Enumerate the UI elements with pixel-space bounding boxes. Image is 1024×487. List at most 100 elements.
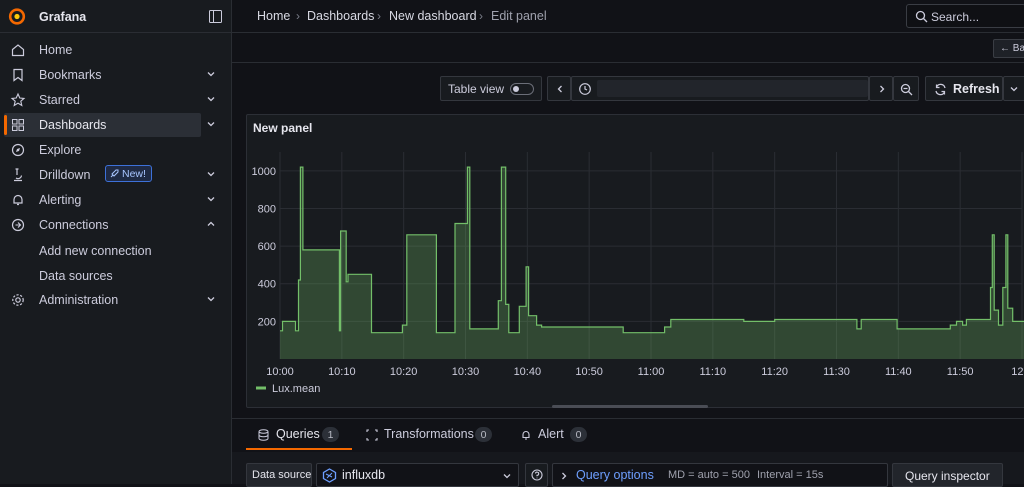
- interval-text: Interval = 15s: [757, 469, 824, 481]
- x-tick-label: 11:50: [947, 366, 974, 378]
- grafana-logo-icon[interactable]: [8, 7, 26, 25]
- time-range-field[interactable]: [597, 80, 868, 97]
- legend-item[interactable]: Lux.mean: [272, 383, 320, 395]
- tab-transformations-count: 0: [475, 427, 492, 442]
- back-to-dashboard-button[interactable]: ← Ba: [993, 39, 1024, 58]
- dock-menu-icon[interactable]: [209, 10, 222, 23]
- sidebar-item-administration[interactable]: Administration: [4, 288, 215, 312]
- chevron-down-icon[interactable]: [205, 193, 217, 205]
- dashboards-icon: [12, 119, 24, 131]
- tab-transformations[interactable]: Transformations: [384, 427, 474, 441]
- sidebar-item-label: Administration: [39, 293, 119, 307]
- sidebar-item-drilldown[interactable]: Drilldown New!: [4, 163, 215, 187]
- gear-icon: [12, 294, 24, 306]
- sidebar-subitem-add-new-connection[interactable]: Add new connection: [39, 244, 152, 258]
- sidebar-item-label: Drilldown: [39, 168, 91, 182]
- tab-alert-count: 0: [570, 427, 587, 442]
- table-view-toggle[interactable]: Table view: [440, 76, 542, 101]
- x-tick-label: 10:20: [390, 366, 418, 378]
- brand-bar: Grafana: [0, 0, 232, 33]
- sidebar-item-label: Bookmarks: [39, 68, 102, 82]
- breadcrumb-dashboards[interactable]: Dashboards: [307, 9, 374, 23]
- sidebar-item-connections[interactable]: Connections: [4, 213, 215, 237]
- horizontal-scrollbar[interactable]: [552, 405, 708, 408]
- search-box[interactable]: Search...: [906, 4, 1024, 28]
- data-source-label: Data source: [252, 469, 312, 481]
- breadcrumb-separator: ›: [479, 9, 483, 23]
- sidebar-item-starred[interactable]: Starred: [4, 88, 215, 112]
- sidebar-subitem-data-sources[interactable]: Data sources: [39, 269, 113, 283]
- sidebar-item-label: Starred: [39, 93, 80, 107]
- refresh-interval-dropdown[interactable]: [1003, 76, 1024, 101]
- breadcrumb-new-dashboard[interactable]: New dashboard: [389, 9, 477, 23]
- query-options-link[interactable]: Query options: [576, 468, 654, 482]
- refresh-label: Refresh: [953, 82, 1000, 96]
- zoom-out-button[interactable]: [893, 76, 919, 101]
- tab-queries-label: Queries: [276, 427, 320, 441]
- y-tick-label: 200: [258, 316, 276, 328]
- sidebar-item-explore[interactable]: Explore: [4, 138, 201, 162]
- active-tab-indicator: [246, 448, 352, 450]
- query-options-bar[interactable]: Query options MD = auto = 500 Interval =…: [552, 463, 888, 487]
- chevron-down-icon[interactable]: [205, 293, 217, 305]
- series-line[interactable]: [280, 166, 1024, 334]
- max-data-points-text: MD = auto = 500: [668, 469, 750, 481]
- table-view-switch[interactable]: [510, 83, 534, 95]
- sidebar-item-label: Explore: [39, 143, 82, 157]
- sidebar-item-label: Home: [39, 43, 73, 57]
- time-series-chart[interactable]: 200 400 600 800 1000 10:00 10:10 10:20 10:30 10:4…: [246, 114, 1024, 408]
- search-input[interactable]: Search...: [931, 10, 979, 24]
- refresh-icon: [935, 83, 946, 96]
- y-tick-label: 800: [258, 203, 276, 215]
- influxdb-icon: [322, 468, 337, 483]
- breadcrumb-home[interactable]: Home: [257, 9, 290, 23]
- y-tick-label: 400: [258, 279, 276, 291]
- x-tick-label: 10:40: [514, 366, 542, 378]
- home-icon: [11, 44, 25, 57]
- x-tick-label: 11:30: [823, 366, 850, 378]
- sidebar-item-dashboards[interactable]: Dashboards: [4, 113, 215, 137]
- star-icon: [10, 92, 26, 107]
- new-badge-label: New!: [122, 167, 146, 180]
- x-tick-label: 10:50: [575, 366, 603, 378]
- edit-panel-header: [232, 33, 1024, 63]
- chevron-left-icon: [557, 85, 562, 93]
- sidebar-item-bookmarks[interactable]: Bookmarks: [4, 63, 215, 87]
- bell-icon: [522, 431, 530, 440]
- chevron-down-icon[interactable]: [205, 93, 217, 105]
- rocket-icon: [110, 169, 119, 177]
- chevron-down-icon: [503, 474, 511, 479]
- sidebar-item-alerting[interactable]: Alerting: [4, 188, 215, 212]
- divider: [232, 418, 1024, 419]
- breadcrumb-separator: ›: [296, 9, 300, 23]
- time-shift-forward-button[interactable]: [869, 76, 893, 101]
- time-picker-button[interactable]: [571, 76, 869, 101]
- tab-queries-count: 1: [322, 427, 339, 442]
- microscope-icon: [14, 168, 23, 182]
- sidebar-item-home[interactable]: Home: [4, 38, 201, 62]
- chevron-down-icon[interactable]: [205, 118, 217, 130]
- sidebar-item-label: Dashboards: [39, 118, 107, 132]
- clock-icon: [579, 83, 591, 95]
- chevron-down-icon[interactable]: [205, 168, 217, 180]
- data-source-picker[interactable]: influxdb: [316, 463, 519, 487]
- tab-alert[interactable]: Alert: [538, 427, 564, 441]
- table-view-label: Table view: [448, 82, 505, 96]
- chevron-down-icon[interactable]: [205, 68, 217, 80]
- refresh-button[interactable]: Refresh: [925, 76, 1003, 101]
- data-source-help-button[interactable]: [525, 463, 548, 487]
- x-tick-label: 11:00: [638, 366, 665, 378]
- help-icon: [531, 469, 543, 481]
- time-shift-back-button[interactable]: [547, 76, 571, 101]
- x-tick-label: 11:20: [761, 366, 788, 378]
- breadcrumb-separator: ›: [377, 9, 381, 23]
- chevron-down-icon: [1010, 87, 1018, 92]
- chevron-up-icon[interactable]: [205, 218, 217, 230]
- x-tick-label: 11:40: [885, 366, 912, 378]
- transform-icon: [366, 429, 378, 441]
- x-tick-label: 10:10: [328, 366, 356, 378]
- y-tick-label: 600: [258, 241, 276, 253]
- query-inspector-button[interactable]: Query inspector: [892, 463, 1003, 487]
- chevron-right-icon: [880, 85, 885, 93]
- brand-name: Grafana: [39, 10, 87, 24]
